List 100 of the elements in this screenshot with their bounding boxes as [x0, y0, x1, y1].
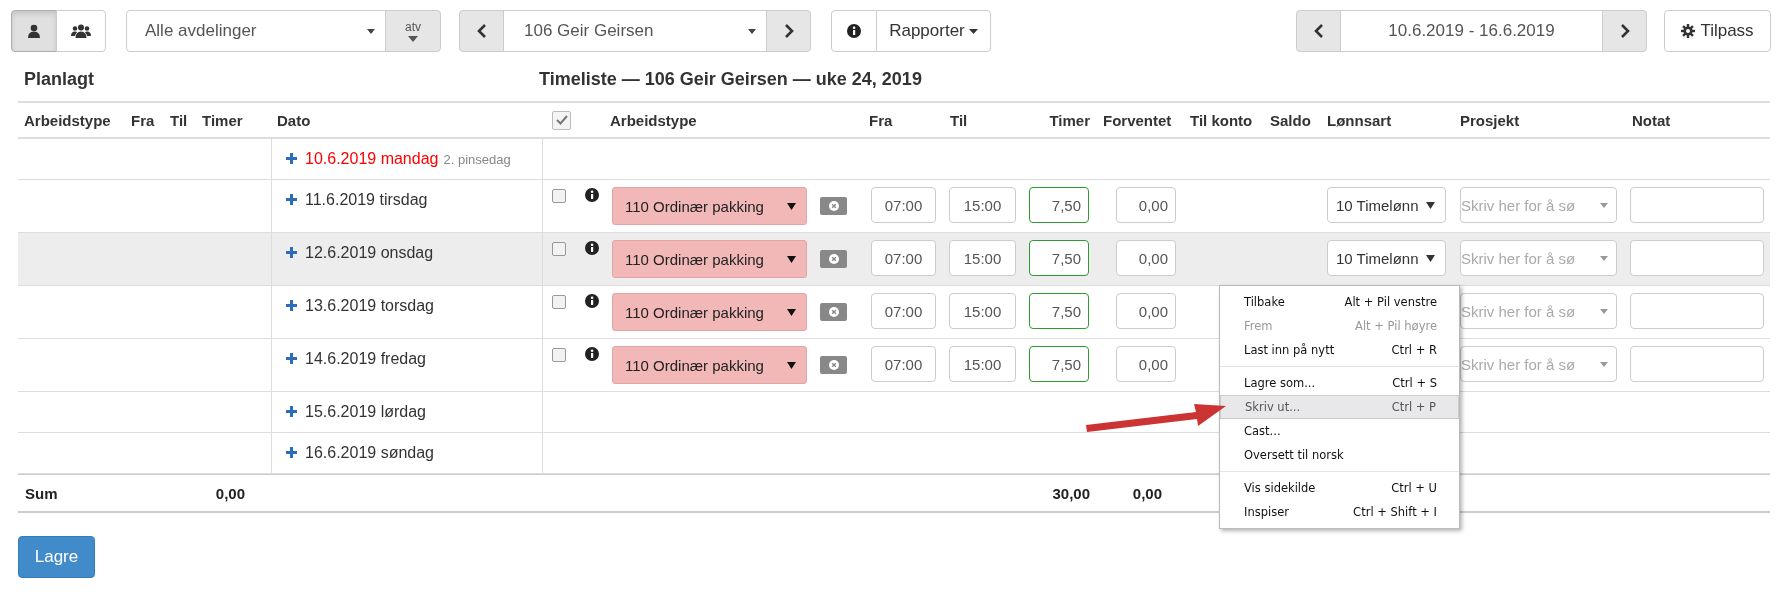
menu-item[interactable]: Cast... — [1220, 419, 1459, 443]
info-icon[interactable] — [585, 294, 599, 308]
close-icon — [828, 254, 839, 264]
from-time-field[interactable]: 07:00 — [871, 293, 936, 329]
chevron-left-icon — [1313, 24, 1324, 38]
sum-value: 30,00 — [1052, 484, 1090, 502]
plus-icon[interactable] — [286, 406, 297, 417]
date-label: 13.6.2019 torsdag — [305, 297, 434, 315]
row-checkbox[interactable] — [552, 189, 566, 203]
to-time-field[interactable]: 15:00 — [949, 187, 1016, 223]
to-time-field[interactable]: 15:00 — [949, 240, 1016, 276]
menu-item[interactable]: Skriv ut... Ctrl + P — [1220, 395, 1459, 419]
previous-week-button[interactable] — [1296, 10, 1341, 52]
plus-icon[interactable] — [286, 247, 297, 258]
menu-item[interactable]: Tilbake Alt + Pil venstre — [1220, 290, 1459, 314]
info-icon — [847, 24, 861, 38]
column-header: Timer — [202, 111, 243, 129]
single-view-button[interactable] — [11, 10, 57, 52]
plus-icon[interactable] — [286, 353, 297, 364]
wage-type-select[interactable]: 10 Timelønn — [1327, 187, 1446, 223]
hours-field[interactable]: 7,50 — [1029, 293, 1089, 329]
from-time-field[interactable]: 07:00 — [871, 346, 936, 382]
note-field[interactable] — [1630, 293, 1764, 329]
note-field[interactable] — [1630, 240, 1764, 276]
to-time-field[interactable]: 15:00 — [949, 293, 1016, 329]
caret-icon — [408, 35, 418, 42]
hours-field[interactable]: 7,50 — [1029, 240, 1089, 276]
filter-button[interactable]: atv — [385, 10, 441, 52]
next-button[interactable] — [766, 10, 811, 52]
plus-icon[interactable] — [286, 300, 297, 311]
column-header: Til — [170, 111, 188, 129]
column-header: Til — [950, 111, 968, 129]
expected-field[interactable]: 0,00 — [1116, 293, 1176, 329]
caret-icon — [1600, 202, 1608, 208]
row-checkbox[interactable] — [552, 295, 566, 309]
menu-item[interactable]: Oversett til norsk — [1220, 443, 1459, 467]
info-icon[interactable] — [585, 188, 599, 202]
section-title: Planlagt — [24, 69, 94, 91]
sum-value: 0,00 — [1132, 484, 1162, 502]
work-type-select[interactable]: 110 Ordinær pakking — [612, 293, 807, 331]
menu-item[interactable]: Vis sidekilde Ctrl + U — [1220, 476, 1459, 500]
menu-item[interactable]: Last inn på nytt Ctrl + R — [1220, 338, 1459, 362]
from-time-field[interactable]: 07:00 — [871, 240, 936, 276]
caret-icon — [748, 28, 756, 34]
note-field[interactable] — [1630, 346, 1764, 382]
date-range-field[interactable]: 10.6.2019 - 16.6.2019 — [1340, 10, 1603, 52]
save-button[interactable]: Lagre — [18, 536, 95, 578]
select-all-checkbox[interactable] — [552, 110, 571, 130]
column-header: Til konto — [1190, 111, 1253, 129]
user-icon — [28, 24, 40, 38]
expected-field[interactable]: 0,00 — [1116, 346, 1176, 382]
column-header: Arbeidstype — [610, 111, 697, 129]
customize-button[interactable]: Tilpass — [1664, 10, 1771, 52]
info-icon[interactable] — [585, 241, 599, 255]
chevron-left-icon — [476, 24, 487, 38]
caret-icon — [1426, 201, 1435, 209]
column-header: Arbeidstype — [24, 111, 111, 129]
previous-button[interactable] — [459, 10, 504, 52]
group-view-button[interactable] — [56, 10, 106, 52]
from-time-field[interactable]: 07:00 — [871, 187, 936, 223]
work-type-select[interactable]: 110 Ordinær pakking — [612, 187, 807, 225]
caret-icon — [1600, 361, 1608, 367]
close-icon — [828, 360, 839, 370]
clear-button[interactable] — [820, 197, 847, 215]
next-week-button[interactable] — [1602, 10, 1647, 52]
expected-field[interactable]: 0,00 — [1116, 240, 1176, 276]
sum-value: 0,00 — [215, 484, 245, 502]
hours-field[interactable]: 7,50 — [1029, 187, 1089, 223]
caret-icon — [1600, 308, 1608, 314]
row-checkbox[interactable] — [552, 242, 566, 256]
department-select[interactable]: Alle avdelinger — [126, 10, 386, 52]
employee-select[interactable]: 106 Geir Geirsen — [503, 10, 767, 52]
clear-button[interactable] — [820, 303, 847, 321]
info-icon[interactable] — [585, 347, 599, 361]
clear-button[interactable] — [820, 250, 847, 268]
menu-item[interactable]: Lagre som... Ctrl + S — [1220, 371, 1459, 395]
check-icon — [555, 115, 568, 125]
info-button[interactable] — [831, 10, 877, 52]
note-field[interactable] — [1630, 187, 1764, 223]
expected-field[interactable]: 0,00 — [1116, 187, 1176, 223]
hours-field[interactable]: 7,50 — [1029, 346, 1089, 382]
caret-icon — [968, 28, 978, 34]
date-label: 10.6.2019 mandag — [305, 150, 439, 168]
plus-icon[interactable] — [286, 194, 297, 205]
wage-type-select[interactable]: 10 Timelønn — [1327, 240, 1446, 276]
clear-button[interactable] — [820, 356, 847, 374]
row-checkbox[interactable] — [552, 348, 566, 362]
work-type-select[interactable]: 110 Ordinær pakking — [612, 240, 807, 278]
caret-icon — [1426, 254, 1435, 262]
close-icon — [828, 307, 839, 317]
chevron-right-icon — [783, 24, 794, 38]
date-label: 15.6.2019 lørdag — [305, 403, 426, 421]
menu-item[interactable]: Inspiser Ctrl + Shift + I — [1220, 500, 1459, 524]
plus-icon[interactable] — [286, 447, 297, 458]
reports-button[interactable]: Rapporter — [876, 10, 991, 52]
users-icon — [71, 24, 91, 38]
work-type-select[interactable]: 110 Ordinær pakking — [612, 346, 807, 384]
plus-icon[interactable] — [286, 153, 297, 164]
to-time-field[interactable]: 15:00 — [949, 346, 1016, 382]
date-label: 11.6.2019 tirsdag — [305, 191, 428, 209]
